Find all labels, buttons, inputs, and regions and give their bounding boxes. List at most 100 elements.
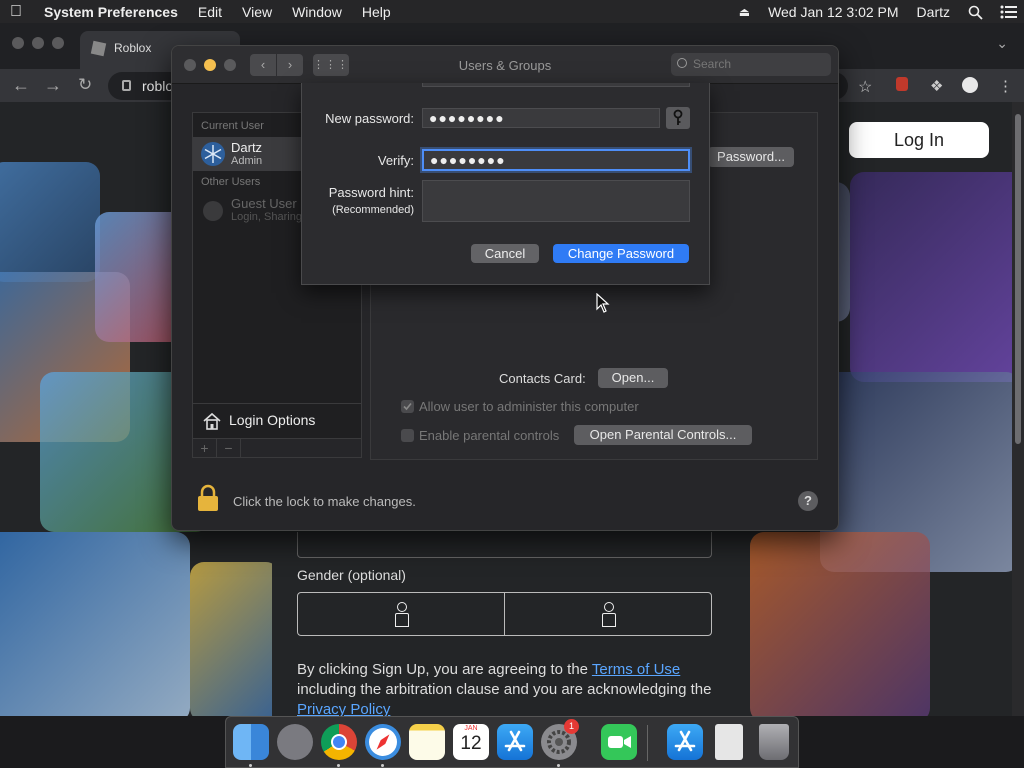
gender-selector [297, 592, 712, 636]
apple-menu-icon[interactable]:  [10, 3, 44, 21]
trash-icon[interactable] [759, 724, 789, 760]
secure-lock-icon[interactable] [122, 80, 131, 91]
bookmark-star-icon[interactable]: ☆ [858, 77, 872, 97]
bg-game-tile [0, 532, 190, 716]
extension-red-icon[interactable] [896, 77, 908, 91]
user-list-controls: + − [192, 438, 362, 458]
notes-icon[interactable] [409, 724, 445, 760]
back-icon[interactable]: ← [12, 75, 30, 96]
user-name: Dartz [231, 140, 263, 155]
browser-menu-icon[interactable]: ⋮ [998, 77, 1013, 95]
male-icon [601, 602, 616, 627]
spotlight-search-icon[interactable] [968, 5, 983, 20]
login-options-item[interactable]: Login Options [193, 403, 361, 437]
extensions-puzzle-icon[interactable]: ❖ [930, 77, 943, 95]
calendar-day: 12 [460, 733, 482, 754]
change-password-confirm-button[interactable]: Change Password [553, 244, 689, 263]
legal-text-pre: By clicking Sign Up, you are agreeing to… [297, 661, 592, 678]
finder-running-dot [249, 764, 252, 767]
chrome-running-dot [337, 764, 340, 767]
bg-game-tile [750, 532, 930, 716]
bg-game-tile [0, 162, 100, 282]
notification-badge: 1 [564, 719, 579, 734]
tab-search-chevron-icon[interactable]: ⌄ [996, 35, 1008, 52]
guest-name: Guest User [231, 196, 297, 211]
allow-admin-checkbox[interactable] [401, 400, 414, 413]
finder-icon[interactable] [233, 724, 269, 760]
menu-edit[interactable]: Edit [198, 4, 222, 20]
form-field-bottom[interactable] [297, 532, 712, 558]
browser-minimize-icon[interactable] [32, 37, 44, 49]
dock-separator [647, 725, 648, 761]
log-in-button[interactable]: Log In [849, 122, 989, 158]
prefs-search-field[interactable]: Search [671, 53, 831, 76]
old-password-field-edge[interactable] [422, 83, 690, 87]
facetime-icon[interactable] [601, 724, 637, 760]
contacts-card-label: Contacts Card: [499, 371, 586, 386]
contacts-open-button[interactable]: Open... [598, 368, 668, 388]
menu-view[interactable]: View [242, 4, 272, 20]
lock-instructions: Click the lock to make changes. [233, 494, 416, 509]
legal-text: By clicking Sign Up, you are agreeing to… [297, 660, 717, 716]
menu-help[interactable]: Help [362, 4, 391, 20]
change-password-button[interactable]: Password... [708, 147, 794, 167]
bg-game-tile [190, 562, 280, 716]
password-hint-recommended: (Recommended) [332, 204, 414, 216]
password-hint-label: Password hint: [328, 185, 414, 200]
gender-male-button[interactable] [504, 593, 711, 635]
cancel-button[interactable]: Cancel [471, 244, 539, 263]
calendar-icon[interactable]: JAN 12 [453, 724, 489, 760]
menu-window[interactable]: Window [292, 4, 342, 20]
safari-running-dot [381, 764, 384, 767]
calendar-month: JAN [464, 725, 478, 732]
page-scrollbar-thumb[interactable] [1015, 114, 1021, 444]
prefs-titlebar: ‹ › ⋮⋮⋮ Users & Groups Search [172, 46, 838, 84]
menu-app-name[interactable]: System Preferences [44, 4, 178, 20]
control-center-icon[interactable] [1000, 5, 1017, 19]
bg-game-tile [850, 172, 1024, 382]
eject-icon[interactable]: ⏏ [739, 5, 750, 19]
open-parental-controls-button[interactable]: Open Parental Controls... [574, 425, 752, 445]
password-hint-field[interactable] [422, 180, 690, 222]
roblox-favicon-icon [90, 40, 107, 57]
document-icon[interactable] [715, 724, 743, 760]
chrome-icon[interactable] [321, 724, 357, 760]
parental-controls-checkbox[interactable] [401, 429, 414, 442]
dock: JAN 12 1 [225, 716, 799, 768]
profile-icon[interactable] [962, 77, 978, 93]
privacy-policy-link[interactable]: Privacy Policy [297, 701, 390, 716]
browser-close-icon[interactable] [12, 37, 24, 49]
verify-password-field[interactable]: ●●●●●●●● [420, 147, 692, 173]
menu-user[interactable]: Dartz [917, 4, 950, 20]
user-role: Admin [231, 155, 263, 167]
safari-icon[interactable] [365, 724, 401, 760]
forward-icon[interactable]: → [44, 75, 62, 96]
page-scrollbar[interactable] [1012, 102, 1024, 716]
lock-bar: Click the lock to make changes. ? [196, 484, 818, 514]
system-preferences-running-dot [557, 764, 560, 767]
gender-female-button[interactable] [298, 593, 504, 635]
change-password-sheet: New password: ●●●●●●●● Verify: ●●●●●●●● … [301, 83, 710, 285]
app-store-icon[interactable] [497, 724, 533, 760]
signup-form: Gender (optional) By clicking Sign Up, y… [272, 522, 738, 716]
allow-admin-label: Allow user to administer this computer [419, 399, 639, 414]
browser-zoom-icon[interactable] [52, 37, 64, 49]
login-options-label: Login Options [229, 412, 316, 428]
launchpad-icon[interactable] [277, 724, 313, 760]
remove-user-button[interactable]: − [217, 439, 241, 457]
help-button[interactable]: ? [798, 491, 818, 511]
verify-label: Verify: [377, 153, 414, 168]
new-password-label: New password: [325, 111, 414, 126]
reload-icon[interactable]: ↻ [78, 75, 92, 95]
terms-of-use-link[interactable]: Terms of Use [592, 661, 680, 678]
menu-clock[interactable]: Wed Jan 12 3:02 PM [768, 4, 898, 20]
padlock-icon[interactable] [196, 484, 220, 512]
new-password-field[interactable]: ●●●●●●●● [422, 108, 660, 128]
parental-controls-label: Enable parental controls [419, 428, 560, 443]
add-user-button[interactable]: + [193, 439, 217, 457]
mouse-cursor-icon [596, 292, 610, 316]
gender-label: Gender (optional) [297, 567, 406, 583]
app-store-download-icon[interactable] [667, 724, 703, 760]
password-assistant-key-icon[interactable] [666, 107, 690, 129]
address-url: roblo [142, 78, 174, 94]
